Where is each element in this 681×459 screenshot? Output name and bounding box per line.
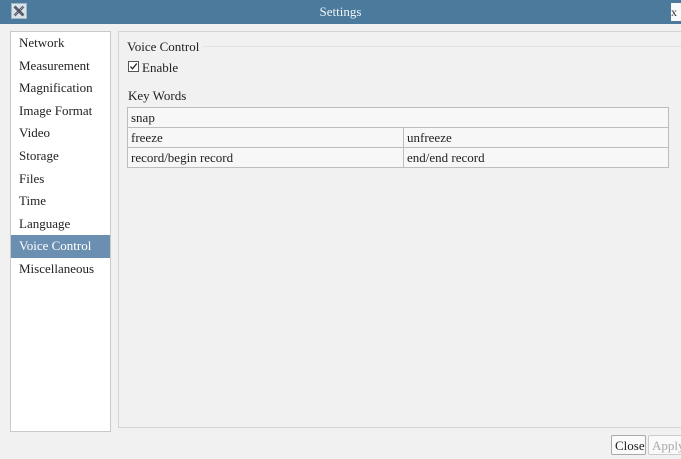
apply-button[interactable]: Apply [648, 435, 681, 455]
close-window-icon[interactable]: x [671, 3, 681, 21]
keywords-label: Key Words [128, 88, 187, 103]
sidebar-item-miscellaneous[interactable]: Miscellaneous [11, 258, 110, 281]
table-row: freeze unfreeze [127, 127, 669, 148]
enable-checkbox-row[interactable]: Enable [128, 60, 178, 76]
sidebar-item-measurement[interactable]: Measurement [11, 55, 110, 78]
keyword-cell[interactable]: unfreeze [403, 127, 669, 148]
keyword-cell[interactable]: record/begin record [127, 147, 404, 168]
keyword-cell[interactable]: snap [127, 107, 669, 128]
keyword-cell[interactable]: end/end record [403, 147, 669, 168]
table-row: record/begin record end/end record [127, 147, 669, 168]
voice-control-panel: Voice Control Enable Key Words snap free… [118, 31, 681, 428]
group-title: Voice Control [127, 39, 200, 54]
enable-checkbox[interactable] [128, 61, 139, 72]
enable-label: Enable [142, 60, 179, 75]
table-row: snap [127, 107, 669, 128]
title-bar: Settings x [0, 0, 681, 24]
sidebar-item-files[interactable]: Files [11, 168, 110, 191]
group-divider [203, 46, 681, 47]
sidebar-item-time[interactable]: Time [11, 190, 110, 213]
sidebar-item-network[interactable]: Network [11, 32, 110, 55]
settings-category-list: Network Measurement Magnification Image … [10, 31, 111, 432]
keywords-table: snap freeze unfreeze record/begin record… [127, 107, 669, 168]
sidebar-item-magnification[interactable]: Magnification [11, 77, 110, 100]
sidebar-item-video[interactable]: Video [11, 122, 110, 145]
sidebar-item-image-format[interactable]: Image Format [11, 100, 110, 123]
window-title: Settings [319, 4, 362, 19]
sidebar-item-language[interactable]: Language [11, 213, 110, 236]
close-button[interactable]: Close [611, 435, 646, 455]
sidebar-item-storage[interactable]: Storage [11, 145, 110, 168]
keyword-cell[interactable]: freeze [127, 127, 404, 148]
sidebar-item-voice-control[interactable]: Voice Control [11, 235, 110, 258]
